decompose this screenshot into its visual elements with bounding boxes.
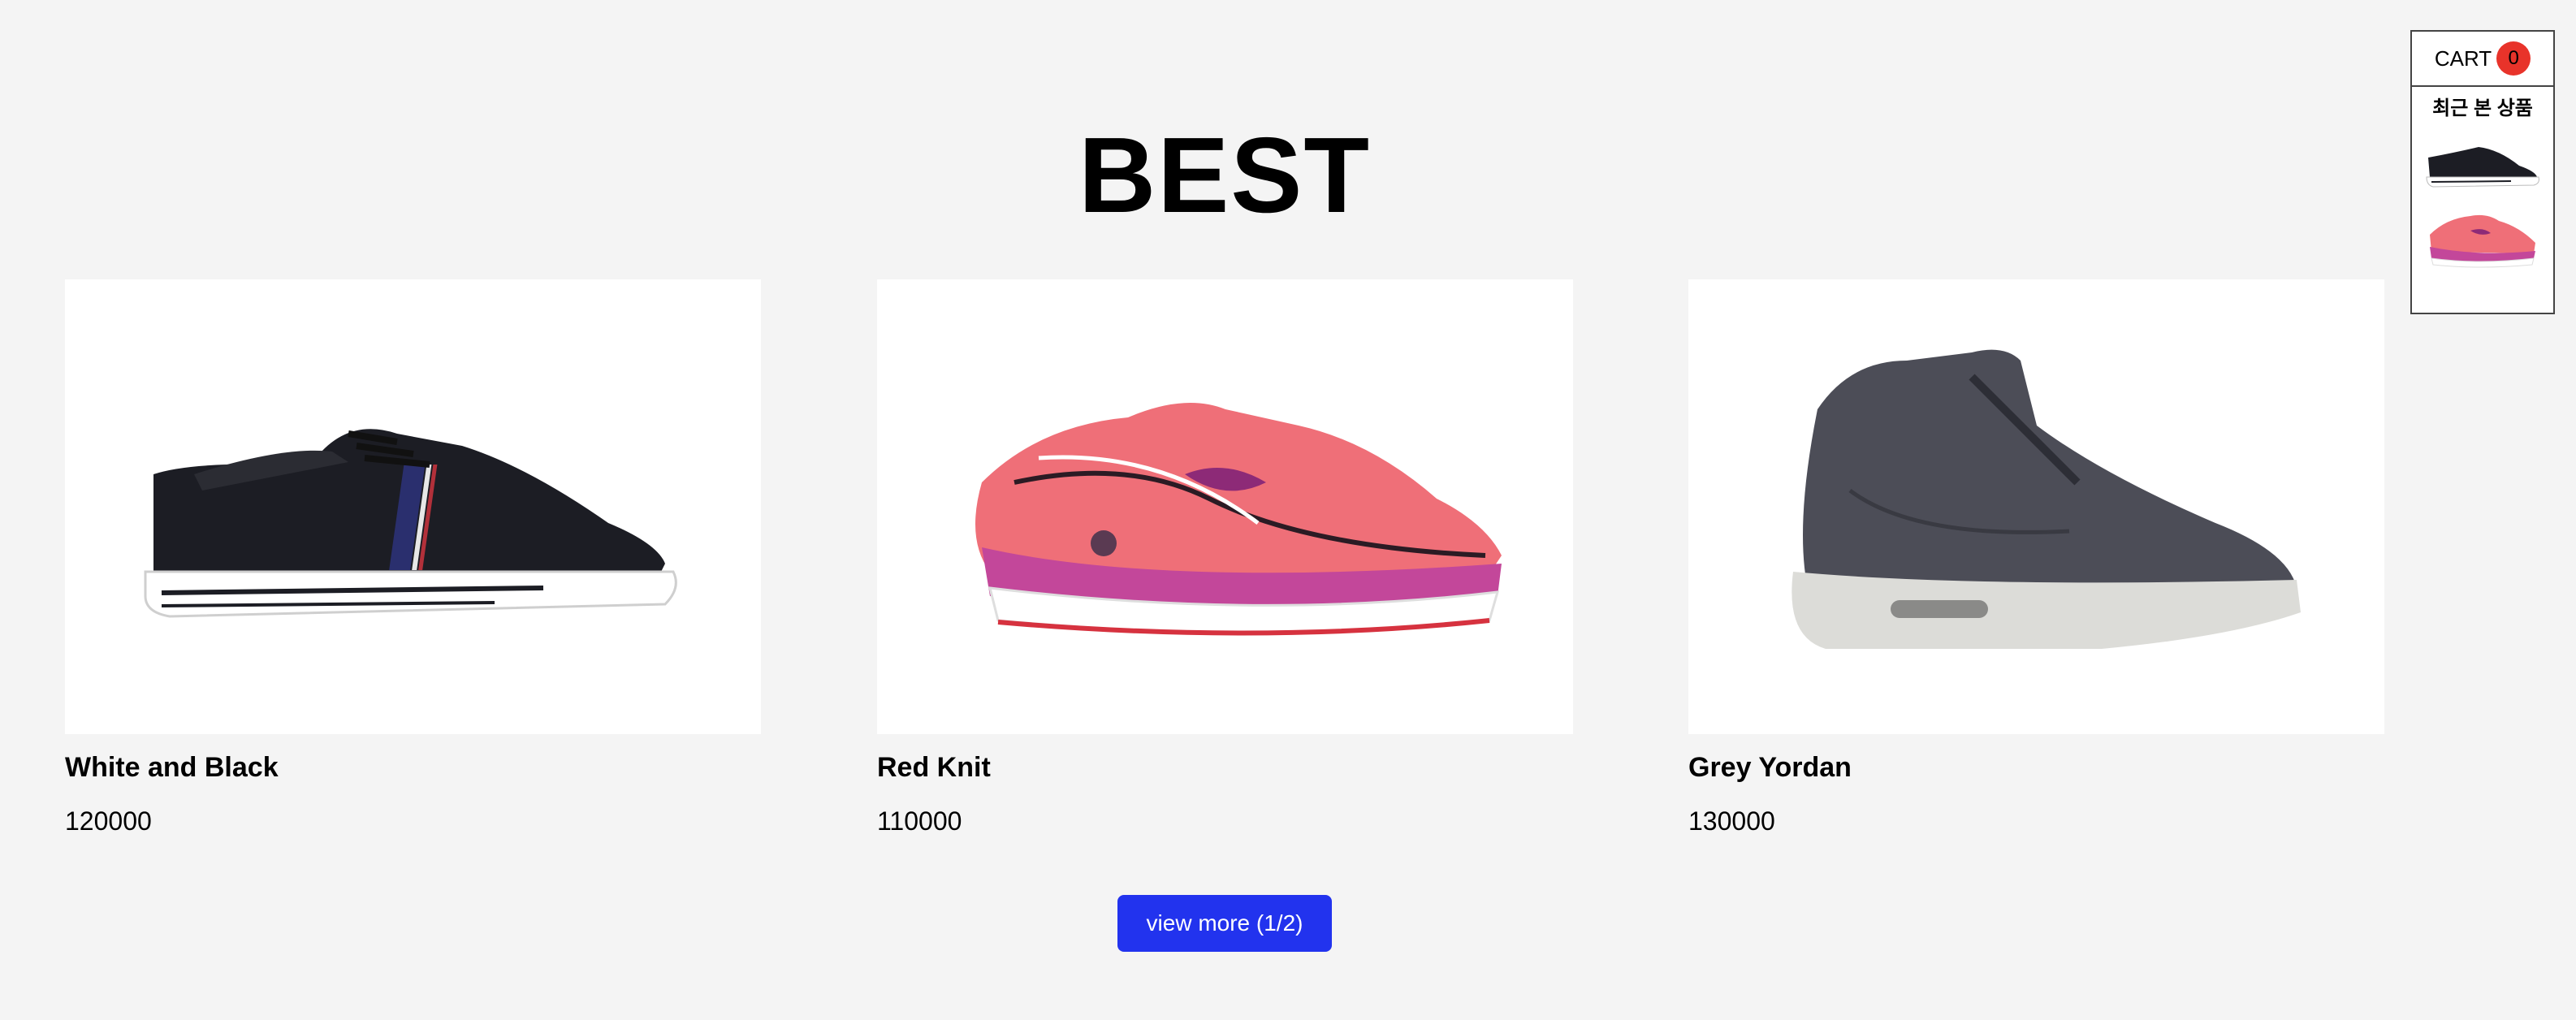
recent-item-black-sneaker-icon[interactable] [2422,135,2544,192]
pink-running-shoe-icon [975,403,1502,636]
section-title: BEST [1078,115,1372,235]
product-card-grey-yordan[interactable]: Grey Yordan 130000 [1688,279,2384,836]
product-price: 130000 [1688,806,1775,836]
product-name[interactable]: Red Knit [877,752,1573,784]
product-image[interactable] [877,279,1573,734]
product-image[interactable] [65,279,761,734]
view-more-button[interactable]: view more (1/2) [1117,895,1332,952]
black-sneaker-icon [144,429,677,618]
product-card-white-and-black[interactable]: White and Black 120000 [65,279,761,836]
product-price: 110000 [877,806,962,836]
product-price: 120000 [65,806,152,836]
cart-count-badge: 0 [2496,41,2531,76]
recent-sidebar: CART 0 최근 본 상품 [2410,30,2555,314]
product-card-red-knit[interactable]: Red Knit 110000 [877,279,1573,836]
product-image[interactable] [1688,279,2384,734]
cart-link[interactable]: CART 0 [2412,32,2553,87]
recent-item-pink-shoe-icon[interactable] [2422,206,2544,271]
product-name[interactable]: White and Black [65,752,761,784]
grey-high-top-icon [1791,349,2301,649]
cart-label: CART [2434,45,2492,71]
product-name[interactable]: Grey Yordan [1688,752,2384,784]
recent-products-title: 최근 본 상품 [2432,97,2533,119]
